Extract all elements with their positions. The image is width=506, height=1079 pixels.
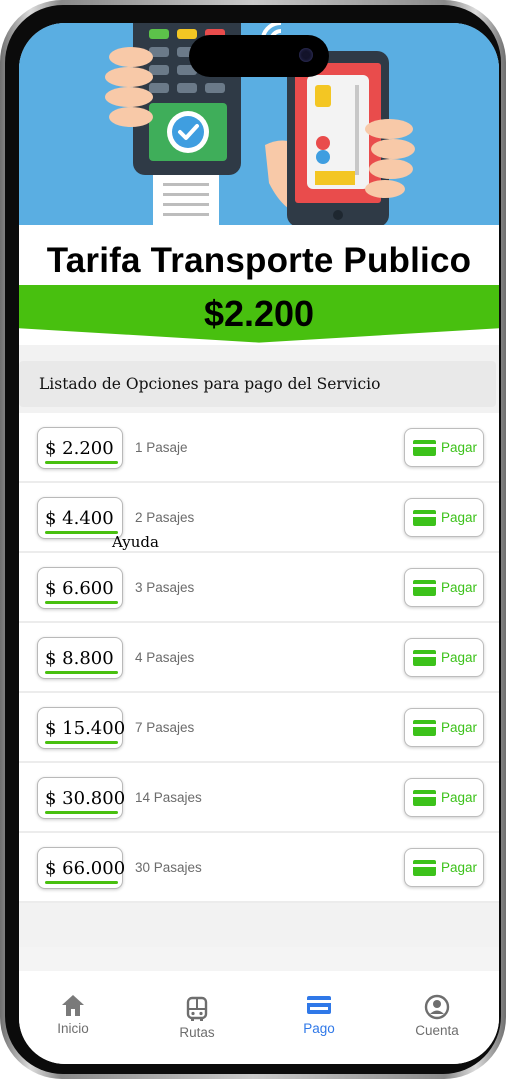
pay-label: Pagar xyxy=(441,860,478,875)
section-header: Listado de Opciones para pago del Servic… xyxy=(19,361,496,407)
bottom-tab-bar: Inicio Rutas Pago Cuenta xyxy=(19,971,499,1064)
ticket-count: 3 Pasajes xyxy=(135,580,195,595)
amount-underline xyxy=(45,601,118,604)
ticket-count: 1 Pasaje xyxy=(135,440,188,455)
pay-button[interactable]: Pagar xyxy=(404,428,484,467)
tab-label: Pago xyxy=(303,1021,335,1036)
pay-button[interactable]: Pagar xyxy=(404,638,484,677)
amount-value: $ 66.000 xyxy=(45,858,126,879)
dynamic-island xyxy=(189,35,329,77)
phone-bezel: Tarifa Transporte Publico $2.200 Listado… xyxy=(5,5,501,1074)
ticket-count: 14 Pasajes xyxy=(135,790,202,805)
pay-label: Pagar xyxy=(441,790,478,805)
amount-box: $ 30.800 xyxy=(37,777,126,819)
fare-price: $2.200 xyxy=(203,293,315,334)
amount-underline xyxy=(45,461,118,464)
tab-rutas[interactable]: Rutas xyxy=(147,995,247,1051)
card-icon xyxy=(413,580,436,596)
option-row: $ 6.600 3 Pasajes Pagar xyxy=(19,553,499,623)
amount-underline xyxy=(45,531,118,534)
card-icon xyxy=(413,440,436,456)
option-row: $ 15.400 7 Pasajes Pagar xyxy=(19,693,499,763)
card-icon xyxy=(307,996,331,1014)
phone-frame: Tarifa Transporte Publico $2.200 Listado… xyxy=(0,0,506,1079)
option-row: $ 66.000 30 Pasajes Pagar xyxy=(19,833,499,903)
option-row: $ 4.400 2 Pasajes Pagar xyxy=(19,483,499,553)
pay-button[interactable]: Pagar xyxy=(404,708,484,747)
amount-underline xyxy=(45,741,118,744)
payment-options-list: $ 2.200 1 Pasaje Pagar $ 4.400 2 Pasajes… xyxy=(19,413,499,903)
card-icon xyxy=(413,650,436,666)
pay-label: Pagar xyxy=(441,510,478,525)
tab-label: Inicio xyxy=(57,1021,89,1036)
front-camera xyxy=(299,48,313,62)
card-icon xyxy=(413,510,436,526)
tab-pago[interactable]: Pago xyxy=(269,991,369,1047)
card-icon xyxy=(413,860,436,876)
amount-value: $ 15.400 xyxy=(45,718,126,739)
tab-label: Cuenta xyxy=(415,1023,459,1038)
card-icon xyxy=(413,790,436,806)
ticket-count: 4 Pasajes xyxy=(135,650,195,665)
amount-value: $ 6.600 xyxy=(45,578,114,599)
amount-box: $ 4.400 xyxy=(37,497,123,539)
page-title: Tarifa Transporte Publico xyxy=(46,241,472,280)
amount-value: $ 2.200 xyxy=(45,438,114,459)
card-icon xyxy=(413,720,436,736)
ticket-count: 2 Pasajes xyxy=(135,510,195,525)
home-icon xyxy=(62,995,84,1016)
pay-label: Pagar xyxy=(441,580,478,595)
option-row: $ 30.800 14 Pasajes Pagar xyxy=(19,763,499,833)
amount-value: $ 8.800 xyxy=(45,648,114,669)
ticket-count: 30 Pasajes xyxy=(135,860,202,875)
tab-inicio[interactable]: Inicio xyxy=(23,991,123,1047)
pay-label: Pagar xyxy=(441,440,478,455)
option-row: $ 2.200 1 Pasaje Pagar xyxy=(19,413,499,483)
pay-button[interactable]: Pagar xyxy=(404,568,484,607)
pay-button[interactable]: Pagar xyxy=(404,778,484,817)
amount-box: $ 6.600 xyxy=(37,567,123,609)
option-row: $ 8.800 4 Pasajes Pagar xyxy=(19,623,499,693)
tab-label: Rutas xyxy=(179,1025,215,1040)
pay-label: Pagar xyxy=(441,720,478,735)
amount-box: $ 66.000 xyxy=(37,847,126,889)
account-icon xyxy=(424,994,450,1020)
amount-box: $ 15.400 xyxy=(37,707,126,749)
bus-icon xyxy=(186,996,208,1021)
app-screen: Tarifa Transporte Publico $2.200 Listado… xyxy=(19,23,499,1064)
pay-label: Pagar xyxy=(441,650,478,665)
amount-box: $ 2.200 xyxy=(37,427,123,469)
ticket-count: 7 Pasajes xyxy=(135,720,195,735)
amount-value: $ 30.800 xyxy=(45,788,126,809)
help-link[interactable]: Ayuda xyxy=(112,533,159,551)
amount-box: $ 8.800 xyxy=(37,637,123,679)
tab-cuenta[interactable]: Cuenta xyxy=(387,993,487,1049)
pay-button[interactable]: Pagar xyxy=(404,848,484,887)
amount-value: $ 4.400 xyxy=(45,508,114,529)
amount-underline xyxy=(45,881,118,884)
amount-underline xyxy=(45,811,118,814)
amount-underline xyxy=(45,671,118,674)
pay-button[interactable]: Pagar xyxy=(404,498,484,537)
section-title: Listado de Opciones para pago del Servic… xyxy=(39,375,381,393)
